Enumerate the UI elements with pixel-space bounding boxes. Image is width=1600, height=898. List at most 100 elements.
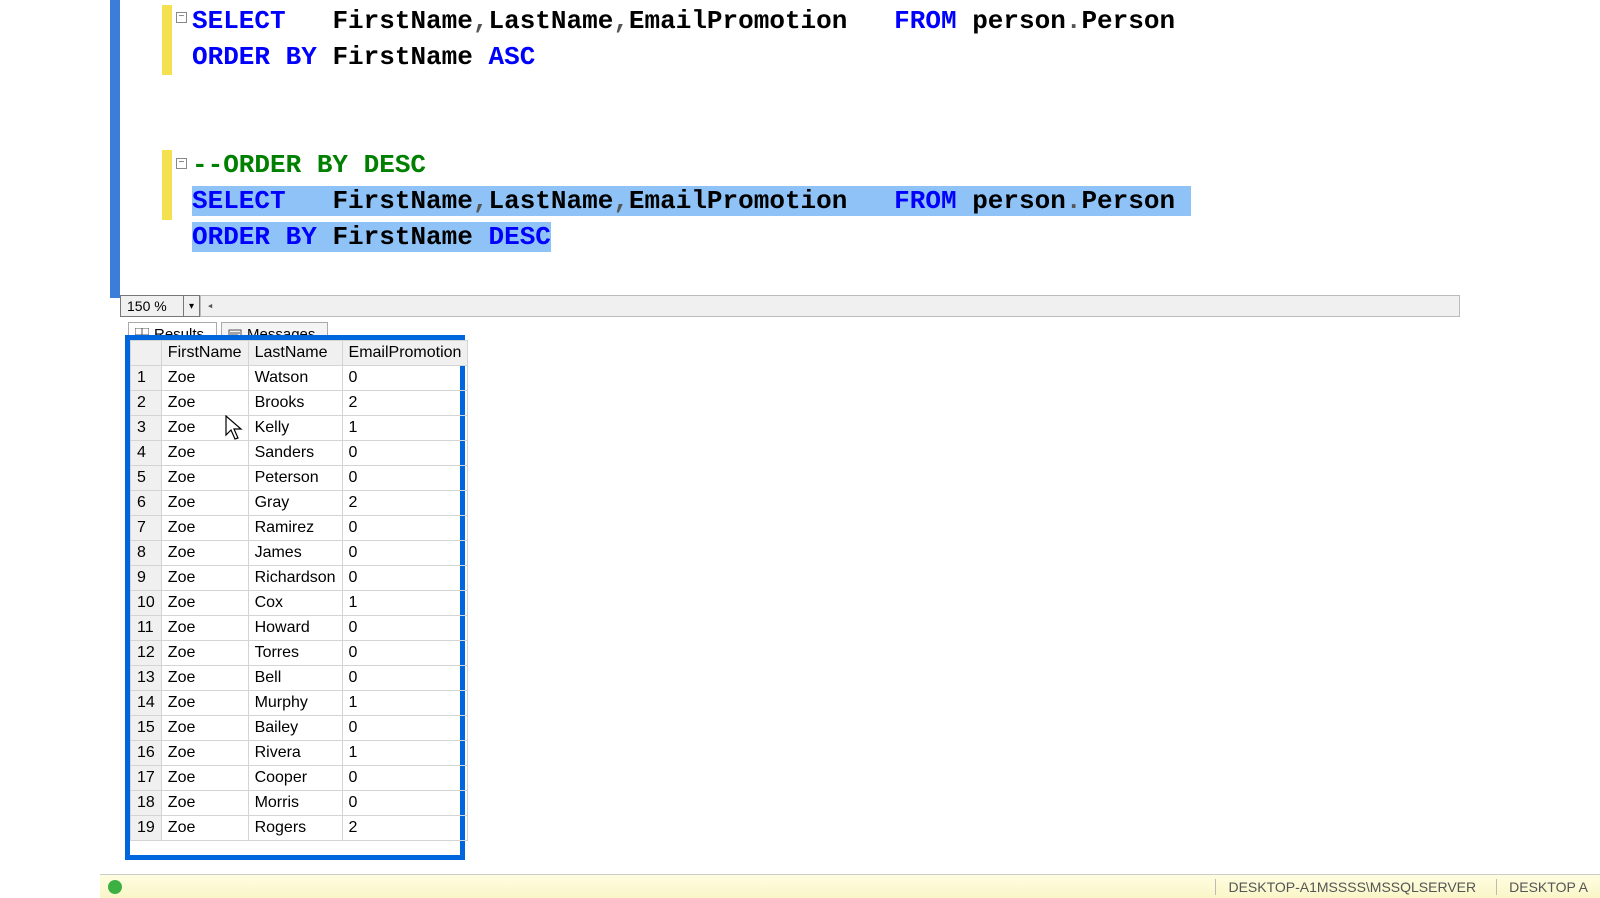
- cell-lastname[interactable]: Peterson: [248, 466, 342, 491]
- table-row[interactable]: 7ZoeRamirez0: [131, 516, 468, 541]
- table-row[interactable]: 5ZoePeterson0: [131, 466, 468, 491]
- cell-firstname[interactable]: Zoe: [161, 791, 248, 816]
- cell-emailpromotion[interactable]: 0: [342, 791, 468, 816]
- fold-icon[interactable]: −: [176, 158, 187, 169]
- cell-lastname[interactable]: Howard: [248, 616, 342, 641]
- cell-emailpromotion[interactable]: 1: [342, 691, 468, 716]
- table-row[interactable]: 4ZoeSanders0: [131, 441, 468, 466]
- cell-firstname[interactable]: Zoe: [161, 716, 248, 741]
- table-row[interactable]: 17ZoeCooper0: [131, 766, 468, 791]
- cell-firstname[interactable]: Zoe: [161, 416, 248, 441]
- table-row[interactable]: 12ZoeTorres0: [131, 641, 468, 666]
- cell-emailpromotion[interactable]: 2: [342, 391, 468, 416]
- row-number-cell[interactable]: 6: [131, 491, 162, 516]
- cell-emailpromotion[interactable]: 2: [342, 491, 468, 516]
- table-row[interactable]: 10ZoeCox1: [131, 591, 468, 616]
- row-number-cell[interactable]: 15: [131, 716, 162, 741]
- cell-lastname[interactable]: Richardson: [248, 566, 342, 591]
- row-number-cell[interactable]: 17: [131, 766, 162, 791]
- cell-lastname[interactable]: Rogers: [248, 816, 342, 841]
- row-number-cell[interactable]: 1: [131, 366, 162, 391]
- table-row[interactable]: 2ZoeBrooks2: [131, 391, 468, 416]
- row-number-cell[interactable]: 13: [131, 666, 162, 691]
- row-number-cell[interactable]: 18: [131, 791, 162, 816]
- cell-emailpromotion[interactable]: 1: [342, 591, 468, 616]
- cell-emailpromotion[interactable]: 0: [342, 716, 468, 741]
- row-number-cell[interactable]: 8: [131, 541, 162, 566]
- cell-firstname[interactable]: Zoe: [161, 466, 248, 491]
- fold-icon[interactable]: −: [176, 12, 187, 23]
- row-number-cell[interactable]: 9: [131, 566, 162, 591]
- cell-lastname[interactable]: Torres: [248, 641, 342, 666]
- cell-emailpromotion[interactable]: 0: [342, 566, 468, 591]
- cell-emailpromotion[interactable]: 1: [342, 416, 468, 441]
- row-number-cell[interactable]: 10: [131, 591, 162, 616]
- row-number-cell[interactable]: 16: [131, 741, 162, 766]
- cell-firstname[interactable]: Zoe: [161, 691, 248, 716]
- cell-emailpromotion[interactable]: 0: [342, 766, 468, 791]
- cell-emailpromotion[interactable]: 0: [342, 666, 468, 691]
- cell-emailpromotion[interactable]: 1: [342, 741, 468, 766]
- cell-firstname[interactable]: Zoe: [161, 591, 248, 616]
- cell-lastname[interactable]: Murphy: [248, 691, 342, 716]
- row-number-cell[interactable]: 14: [131, 691, 162, 716]
- cell-firstname[interactable]: Zoe: [161, 741, 248, 766]
- results-grid[interactable]: FirstName LastName EmailPromotion 1ZoeWa…: [130, 340, 468, 841]
- cell-lastname[interactable]: James: [248, 541, 342, 566]
- cell-emailpromotion[interactable]: 2: [342, 816, 468, 841]
- cell-emailpromotion[interactable]: 0: [342, 541, 468, 566]
- cell-firstname[interactable]: Zoe: [161, 366, 248, 391]
- row-number-cell[interactable]: 11: [131, 616, 162, 641]
- cell-lastname[interactable]: Watson: [248, 366, 342, 391]
- row-number-cell[interactable]: 4: [131, 441, 162, 466]
- cell-lastname[interactable]: Morris: [248, 791, 342, 816]
- table-row[interactable]: 6ZoeGray2: [131, 491, 468, 516]
- cell-firstname[interactable]: Zoe: [161, 616, 248, 641]
- cell-lastname[interactable]: Sanders: [248, 441, 342, 466]
- chevron-down-icon[interactable]: ▾: [183, 296, 199, 316]
- cell-firstname[interactable]: Zoe: [161, 516, 248, 541]
- zoom-combo[interactable]: 150 % ▾: [120, 295, 200, 317]
- code-content[interactable]: SELECT FirstName,LastName,EmailPromotion…: [192, 3, 1191, 255]
- cell-firstname[interactable]: Zoe: [161, 666, 248, 691]
- cell-lastname[interactable]: Cooper: [248, 766, 342, 791]
- row-number-cell[interactable]: 3: [131, 416, 162, 441]
- table-row[interactable]: 18ZoeMorris0: [131, 791, 468, 816]
- editor-splitter[interactable]: [110, 0, 120, 298]
- row-number-cell[interactable]: 2: [131, 391, 162, 416]
- table-row[interactable]: 9ZoeRichardson0: [131, 566, 468, 591]
- table-row[interactable]: 16ZoeRivera1: [131, 741, 468, 766]
- cell-emailpromotion[interactable]: 0: [342, 441, 468, 466]
- cell-emailpromotion[interactable]: 0: [342, 466, 468, 491]
- table-row[interactable]: 19ZoeRogers2: [131, 816, 468, 841]
- cell-emailpromotion[interactable]: 0: [342, 641, 468, 666]
- cell-emailpromotion[interactable]: 0: [342, 366, 468, 391]
- editor-horizontal-scrollbar[interactable]: ◂: [200, 295, 1460, 317]
- column-header-firstname[interactable]: FirstName: [161, 341, 248, 366]
- row-number-cell[interactable]: 12: [131, 641, 162, 666]
- sql-editor[interactable]: − − SELECT FirstName,LastName,EmailPromo…: [120, 0, 1600, 290]
- scroll-left-icon[interactable]: ◂: [201, 296, 219, 316]
- cell-lastname[interactable]: Kelly: [248, 416, 342, 441]
- cell-lastname[interactable]: Bailey: [248, 716, 342, 741]
- column-header-lastname[interactable]: LastName: [248, 341, 342, 366]
- cell-lastname[interactable]: Bell: [248, 666, 342, 691]
- cell-firstname[interactable]: Zoe: [161, 566, 248, 591]
- cell-firstname[interactable]: Zoe: [161, 541, 248, 566]
- cell-lastname[interactable]: Rivera: [248, 741, 342, 766]
- table-row[interactable]: 3ZoeKelly1: [131, 416, 468, 441]
- table-row[interactable]: 15ZoeBailey0: [131, 716, 468, 741]
- cell-firstname[interactable]: Zoe: [161, 391, 248, 416]
- object-explorer-sidebar[interactable]: [0, 0, 105, 898]
- column-header-emailpromotion[interactable]: EmailPromotion: [342, 341, 468, 366]
- row-number-header[interactable]: [131, 341, 162, 366]
- table-row[interactable]: 11ZoeHoward0: [131, 616, 468, 641]
- row-number-cell[interactable]: 19: [131, 816, 162, 841]
- table-row[interactable]: 14ZoeMurphy1: [131, 691, 468, 716]
- cell-firstname[interactable]: Zoe: [161, 641, 248, 666]
- cell-emailpromotion[interactable]: 0: [342, 516, 468, 541]
- table-row[interactable]: 8ZoeJames0: [131, 541, 468, 566]
- cell-firstname[interactable]: Zoe: [161, 816, 248, 841]
- table-row[interactable]: 1ZoeWatson0: [131, 366, 468, 391]
- cell-firstname[interactable]: Zoe: [161, 441, 248, 466]
